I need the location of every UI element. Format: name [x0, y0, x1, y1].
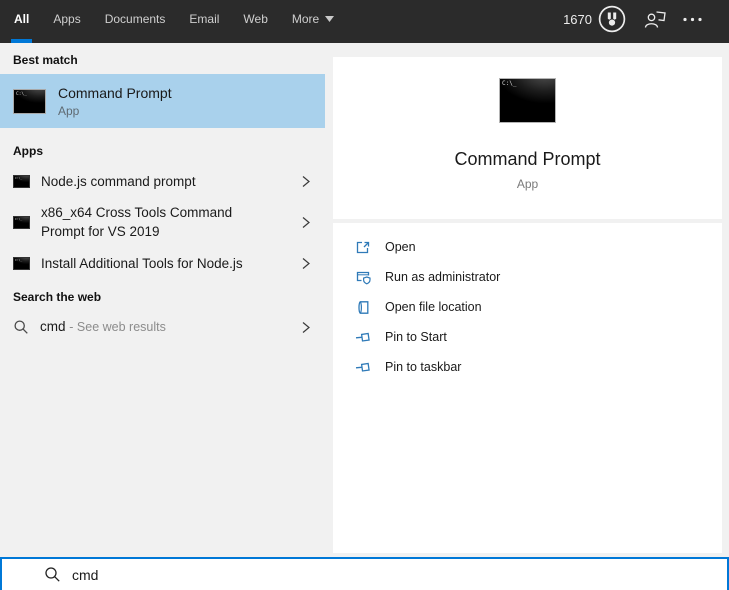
- run-as-admin-shield-icon: [355, 269, 372, 286]
- action-label: Open: [385, 240, 416, 254]
- action-label: Pin to taskbar: [385, 360, 462, 374]
- web-query: cmd: [40, 319, 66, 334]
- best-match-title: Command Prompt: [58, 84, 172, 101]
- preview-title: Command Prompt: [454, 149, 601, 169]
- tab-documents-label: Documents: [104, 12, 166, 26]
- expand-chevron-icon[interactable]: [299, 257, 312, 270]
- user-account-icon[interactable]: [643, 8, 667, 30]
- cmd-icon-text: C:\_: [15, 176, 23, 180]
- console-app-icon: C:\_: [13, 174, 30, 188]
- search-the-web-header: Search the web: [13, 290, 102, 304]
- action-label: Run as administrator: [385, 270, 501, 284]
- rewards-points[interactable]: 1670: [563, 12, 592, 27]
- chevron-down-icon: [325, 16, 335, 22]
- result-label: cmd - See web results: [40, 317, 166, 337]
- action-run-as-administrator[interactable]: Run as administrator: [333, 262, 722, 292]
- topbar-right-cluster: 1670: [563, 4, 729, 34]
- best-match-header: Best match: [13, 53, 78, 67]
- search-input[interactable]: [72, 566, 632, 583]
- more-options-icon[interactable]: [682, 17, 703, 22]
- apps-header: Apps: [13, 144, 43, 158]
- search-results-panel: Best match C:\_ Command Prompt App Apps …: [0, 43, 325, 590]
- web-suffix: - See web results: [69, 320, 166, 334]
- cmd-icon-text: C:\_: [502, 80, 517, 87]
- open-file-location-icon: [355, 299, 372, 316]
- action-pin-to-taskbar[interactable]: Pin to taskbar: [333, 352, 722, 382]
- pin-icon: [355, 329, 372, 346]
- result-label: Node.js command prompt: [41, 173, 196, 189]
- action-label: Pin to Start: [385, 330, 447, 344]
- command-prompt-icon-large: C:\_: [499, 78, 556, 123]
- tab-documents[interactable]: Documents: [93, 0, 178, 38]
- preview-pane-actions: Open Run as administrator Open file loca…: [333, 223, 722, 553]
- console-app-icon: C:\_: [13, 215, 30, 229]
- search-flyout-topbar: All Apps Documents Email Web More 1670: [0, 0, 729, 43]
- best-match-result[interactable]: C:\_ Command Prompt App: [0, 74, 325, 128]
- result-nodejs-command-prompt[interactable]: C:\_ Node.js command prompt: [0, 163, 325, 199]
- console-app-icon: C:\_: [13, 256, 30, 270]
- tab-all-label: All: [14, 12, 30, 26]
- pin-icon: [355, 359, 372, 376]
- tab-web[interactable]: Web: [231, 0, 279, 38]
- action-pin-to-start[interactable]: Pin to Start: [333, 322, 722, 352]
- cmd-icon-text: C:\_: [16, 90, 27, 96]
- expand-chevron-icon[interactable]: [299, 321, 312, 334]
- search-filter-tabs: All Apps Documents Email Web More: [0, 0, 346, 43]
- tab-email[interactable]: Email: [177, 0, 231, 38]
- tab-more[interactable]: More: [280, 0, 346, 38]
- tab-all[interactable]: All: [2, 0, 41, 43]
- best-match-subtitle: App: [58, 103, 80, 118]
- result-label: Install Additional Tools for Node.js: [41, 255, 243, 271]
- action-label: Open file location: [385, 300, 482, 314]
- result-web-search-cmd[interactable]: cmd - See web results: [0, 309, 325, 345]
- action-open-file-location[interactable]: Open file location: [333, 292, 722, 322]
- result-x86-x64-cross-tools[interactable]: C:\_ x86_x64 Cross Tools Command Prompt …: [0, 199, 325, 245]
- expand-chevron-icon[interactable]: [299, 216, 312, 229]
- open-icon: [355, 239, 372, 256]
- rewards-medal-icon[interactable]: [597, 4, 627, 34]
- preview-pane-header: C:\_ Command Prompt App: [333, 57, 722, 219]
- command-prompt-icon: C:\_: [13, 88, 46, 114]
- taskbar-search-box[interactable]: [0, 557, 729, 590]
- cmd-icon-text: C:\_: [15, 217, 23, 221]
- tab-apps[interactable]: Apps: [41, 0, 92, 38]
- cmd-icon-text: C:\_: [15, 258, 23, 262]
- tab-web-label: Web: [243, 12, 268, 26]
- search-icon: [44, 566, 61, 583]
- tab-more-label: More: [291, 12, 320, 26]
- expand-chevron-icon[interactable]: [299, 175, 312, 188]
- action-open[interactable]: Open: [333, 232, 722, 262]
- tab-email-label: Email: [189, 12, 220, 26]
- result-install-additional-tools[interactable]: C:\_ Install Additional Tools for Node.j…: [0, 245, 325, 281]
- preview-subtitle: App: [516, 177, 539, 191]
- search-icon: [13, 319, 29, 335]
- result-label: x86_x64 Cross Tools Command Prompt for V…: [41, 205, 233, 239]
- tab-apps-label: Apps: [53, 12, 81, 26]
